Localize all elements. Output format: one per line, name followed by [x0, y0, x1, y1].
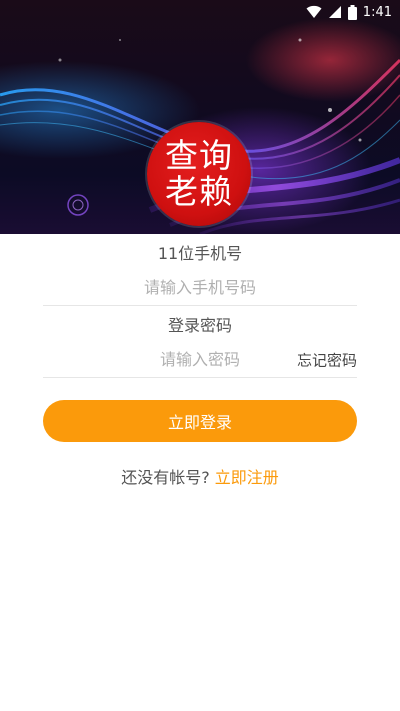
logo-line-2: 老赖 — [165, 172, 233, 211]
forgot-password-link[interactable]: 忘记密码 — [297, 349, 357, 370]
logo-line-1: 查询 — [165, 136, 233, 175]
wifi-icon — [306, 5, 322, 19]
app-logo: 查询 老赖 — [147, 122, 251, 226]
phone-label: 11位手机号 — [157, 244, 243, 263]
login-button[interactable]: 立即登录 — [43, 400, 357, 442]
login-form: 11位手机号 登录密码 忘记密码 立即登录 还没有帐号? 立即注册 — [43, 234, 357, 488]
status-bar: 1:41 — [0, 0, 400, 24]
phone-field-wrap — [43, 270, 357, 306]
password-field-wrap: 忘记密码 — [43, 342, 357, 378]
battery-icon — [347, 4, 357, 20]
status-time: 1:41 — [362, 4, 392, 20]
register-link[interactable]: 立即注册 — [215, 468, 279, 487]
password-label: 登录密码 — [167, 316, 232, 335]
signal-icon — [328, 5, 342, 19]
no-account-text: 还没有帐号? — [121, 468, 210, 487]
register-row: 还没有帐号? 立即注册 — [43, 464, 357, 488]
login-screen: 1:41 查询 老赖 11位手机号 登录密码 忘记密码 立即登录 还没有帐号? … — [0, 0, 400, 711]
phone-input[interactable] — [43, 270, 357, 305]
